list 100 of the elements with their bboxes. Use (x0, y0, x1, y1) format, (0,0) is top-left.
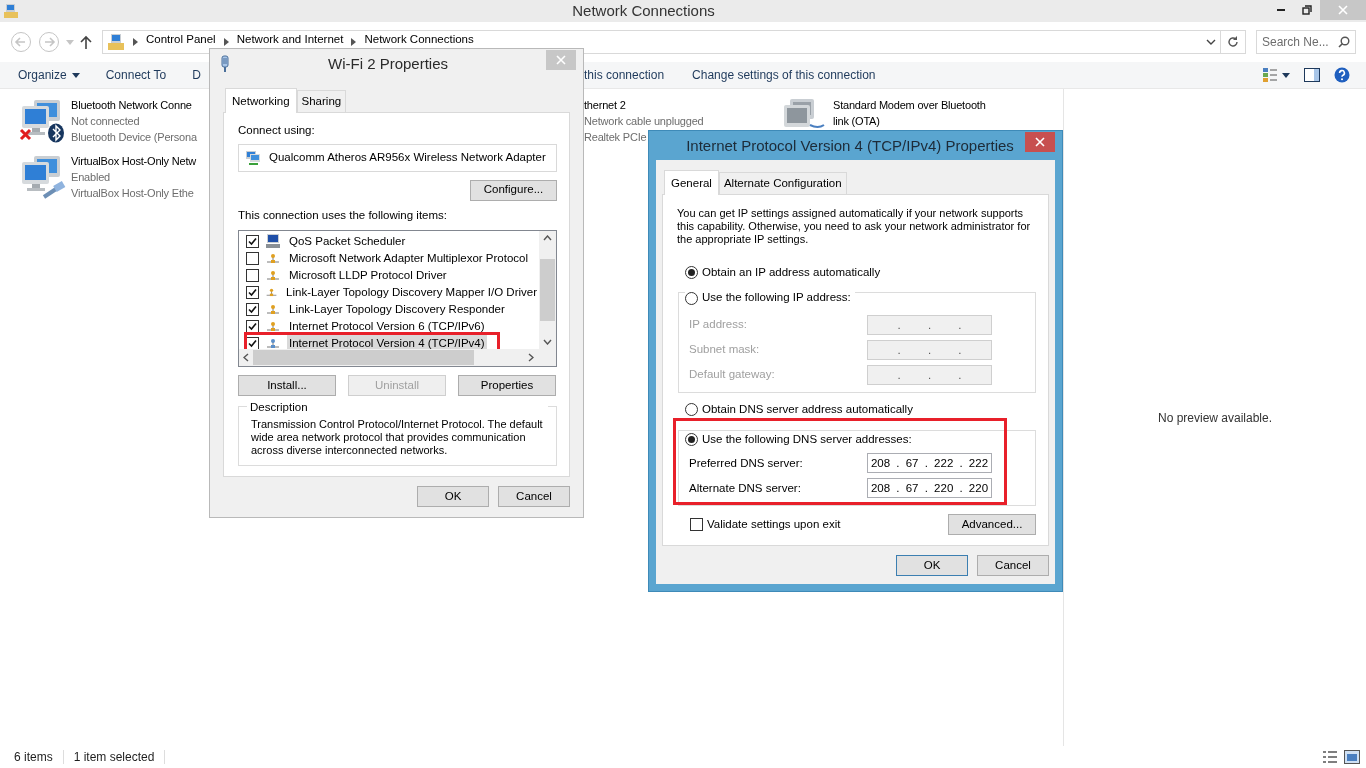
breadcrumb-link[interactable]: Network Connections (364, 32, 474, 46)
caret-icon (66, 39, 74, 45)
search-field[interactable]: Search Ne... (1256, 30, 1356, 54)
dropdown-icon (1206, 39, 1216, 45)
chevron-icon (133, 38, 138, 46)
toolbar-button[interactable]: Change settings of this connection (692, 66, 876, 84)
connection-status: Network cable unplugged (584, 114, 704, 129)
view-options-button[interactable] (1262, 67, 1290, 83)
dialog-button[interactable]: OK (417, 485, 489, 507)
details-view-button[interactable] (1322, 750, 1338, 764)
chevron-icon (223, 38, 229, 46)
toolbar-button[interactable]: Connect To (105, 66, 167, 84)
device-name: Bluetooth Device (Persona (71, 130, 197, 145)
scroll-left-icon (243, 352, 249, 362)
connection-name[interactable]: Standard Modem over Bluetooth link (OTA) (833, 97, 998, 129)
checkbox[interactable] (246, 285, 259, 299)
checkbox[interactable] (246, 302, 259, 316)
help-button[interactable] (1334, 67, 1350, 83)
minimize-icon (1277, 9, 1285, 11)
checkbox-label: Validate settings upon exit (707, 517, 841, 533)
refresh-button[interactable] (1220, 30, 1246, 54)
horizontal-scrollbar[interactable] (239, 348, 556, 366)
checkbox[interactable] (246, 251, 259, 265)
preview-pane-icon (1304, 68, 1320, 82)
list-item[interactable]: Link-Layer Topology Discovery Responder (287, 300, 507, 318)
close-button[interactable] (1025, 132, 1055, 152)
view-list-icon (1262, 67, 1290, 83)
computer-icon (265, 233, 281, 250)
option-label: Use the following DNS server addresses: (702, 431, 912, 447)
field-label: IP address: (689, 317, 747, 333)
scroll-up-icon (543, 234, 552, 241)
up-button[interactable] (80, 35, 92, 49)
checkbox[interactable] (246, 268, 259, 282)
option-label: Obtain an IP address automatically (702, 265, 881, 281)
list-item[interactable]: Internet Protocol Version 6 (TCP/IPv6) (287, 317, 487, 335)
bluetooth-adapter-icon (18, 97, 66, 143)
field-label: Default gateway: (689, 367, 775, 383)
radio-button[interactable] (685, 402, 698, 416)
network-folder-icon (3, 3, 19, 19)
plug-icon (220, 55, 230, 73)
description-text: Transmission Control Protocol/Internet Protocol. The default wide area network protocol that provides communication across diverse interconnected networks. (251, 418, 544, 457)
dialog-button[interactable]: Cancel (498, 485, 570, 507)
preview-pane-button[interactable] (1304, 68, 1320, 82)
tab[interactable]: General (664, 170, 719, 196)
dialog-title: Internet Protocol Version 4 (TCP/IPv4) Properties (685, 136, 1015, 156)
dialog-button[interactable]: Configure... (470, 179, 557, 201)
details-view-icon (1322, 750, 1338, 764)
dialog-button[interactable]: Install... (238, 374, 336, 396)
intro-text: You can get IP settings assigned automatically if your network supports this capability. Otherwise, you need to ask your network administrator for the appropriate IP settings. (677, 207, 1032, 247)
dialog-button[interactable]: Properties (458, 374, 556, 396)
breadcrumb-link[interactable]: Network and Internet (236, 32, 344, 46)
preview-message: No preview available. (1157, 409, 1273, 427)
tab[interactable]: Alternate Configuration (718, 172, 847, 195)
scrollbar-thumb[interactable] (253, 349, 474, 365)
large-icons-view-button[interactable] (1344, 750, 1360, 764)
tab[interactable]: Networking (225, 88, 297, 114)
caret-icon (71, 72, 80, 78)
field-label: Subnet mask: (689, 342, 760, 358)
ip-address-field[interactable]: 208 . 67 . 220 . 220 (867, 478, 992, 499)
connection-status: Not connected (71, 114, 141, 129)
device-name: VirtualBox Host-Only Ethe (71, 186, 195, 201)
scroll-right-icon (528, 352, 534, 362)
dialog-button[interactable]: Advanced... (948, 514, 1036, 536)
scrollbar-thumb[interactable] (540, 258, 555, 321)
connection-name[interactable]: thernet 2 (584, 97, 704, 113)
option-label: Use the following IP address: (702, 290, 851, 306)
large-icons-view-icon (1344, 750, 1360, 764)
radio-button[interactable] (685, 291, 698, 305)
toolbar-button[interactable]: D (192, 66, 201, 84)
organize-menu[interactable]: Organize (18, 66, 80, 84)
radio-button[interactable] (685, 433, 698, 446)
list-item[interactable]: Link-Layer Topology Discovery Mapper I/O Driver (284, 283, 539, 301)
field-label: Alternate DNS server: (689, 480, 801, 496)
list-item[interactable]: Microsoft Network Adapter Multiplexor Protocol (287, 249, 531, 267)
search-icon (1338, 36, 1350, 48)
dialog-button[interactable]: Cancel (977, 555, 1049, 577)
adapter-name: Qualcomm Atheros AR956x Wireless Network Adapter (269, 149, 546, 165)
ip-address-field[interactable]: 208 . 67 . 222 . 222 (867, 453, 992, 474)
checkbox[interactable] (246, 234, 259, 248)
scroll-down-icon (543, 338, 552, 345)
list-item[interactable]: Microsoft LLDP Protocol Driver (287, 266, 449, 284)
vertical-scrollbar[interactable] (539, 230, 556, 349)
toolbar-button[interactable]: this connection (584, 66, 665, 84)
up-arrow-icon (80, 35, 92, 49)
connection-name[interactable]: Bluetooth Network Conne (71, 97, 197, 113)
network-adapter-icon (245, 149, 261, 166)
close-icon (1035, 137, 1045, 147)
option-label: Obtain DNS server address automatically (702, 401, 913, 417)
checkbox[interactable] (246, 319, 259, 333)
tab[interactable]: Sharing (296, 90, 347, 113)
close-icon (1338, 5, 1348, 15)
radio-button[interactable] (685, 266, 698, 280)
refresh-icon (1227, 36, 1239, 48)
breadcrumb-link[interactable]: Control Panel (146, 32, 216, 46)
dialog-button[interactable]: OK (896, 555, 968, 577)
connection-name[interactable]: VirtualBox Host-Only Netw (71, 153, 196, 169)
checkbox[interactable] (690, 518, 703, 532)
device-name: Realtek PCIe (584, 130, 648, 145)
list-item[interactable]: QoS Packet Scheduler (287, 232, 408, 250)
field-label: Connect using: (238, 123, 316, 139)
